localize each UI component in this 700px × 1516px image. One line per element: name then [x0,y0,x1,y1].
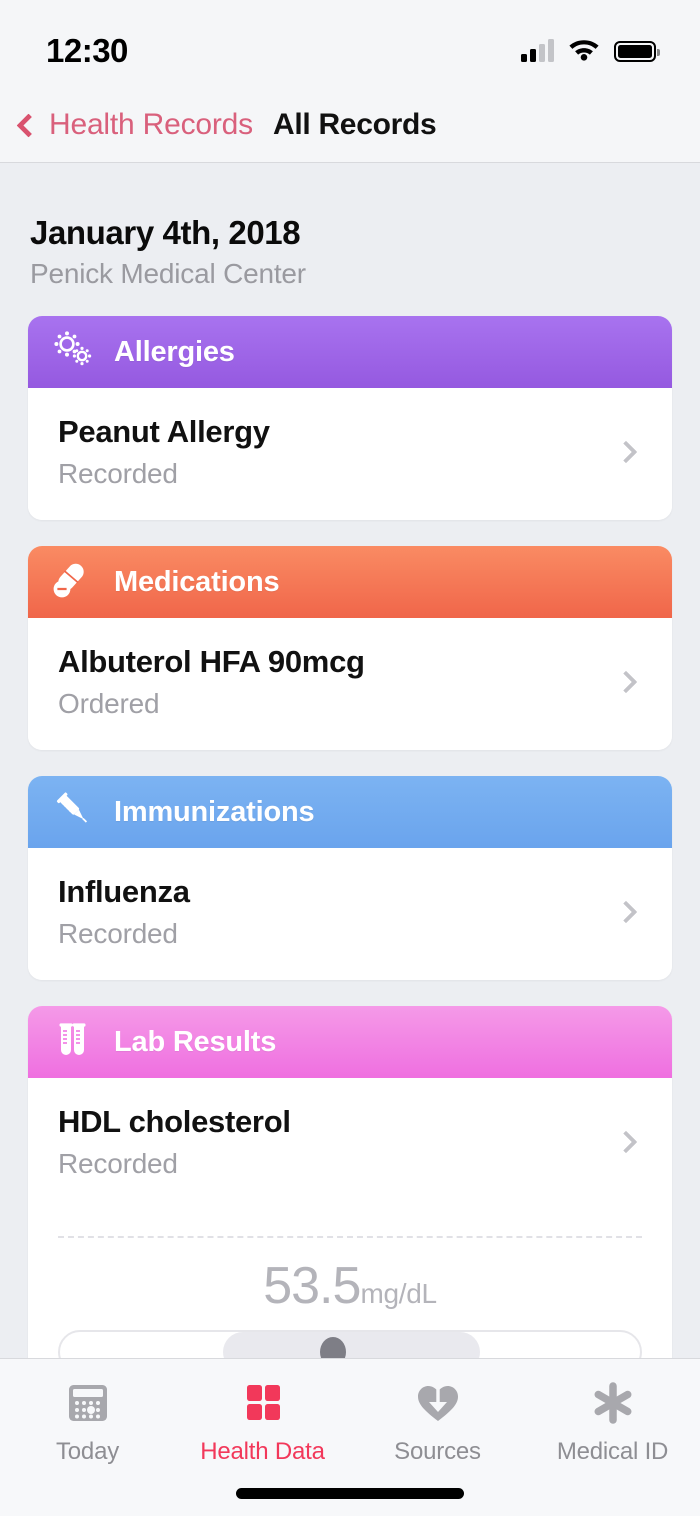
record-card-lab-results[interactable]: Lab Results HDL cholesterol Recorded 53.… [28,1006,672,1358]
tab-label: Health Data [200,1438,325,1465]
card-header: Immunizations [28,776,672,848]
chevron-right-icon [614,900,638,924]
lab-value-unit: mg/dL [360,1278,437,1309]
tab-label: Sources [394,1438,481,1465]
record-group-header: January 4th, 2018 Penick Medical Center [0,164,700,290]
back-button[interactable]: Health Records [12,108,253,142]
record-card-medications[interactable]: Medications Albuterol HFA 90mcg Ordered [28,546,672,750]
record-row[interactable]: Albuterol HFA 90mcg Ordered [28,618,672,750]
lab-measurement-value: 53.5mg/dL [28,1238,672,1316]
syringe-icon [52,790,94,835]
card-category-label: Allergies [114,335,235,368]
record-status: Recorded [58,458,178,489]
phone-screen: 12:30 Health Records All Records January… [0,0,700,1516]
record-status: Recorded [58,1148,178,1179]
page-title: All Records [272,108,437,141]
tab-today[interactable]: Today [0,1359,175,1516]
pills-icon [52,560,94,605]
record-title: Albuterol HFA 90mcg [58,644,365,679]
allergen-pollen-icon [52,330,94,375]
lab-value-number: 53.5 [263,1257,361,1315]
chevron-right-icon [614,1130,638,1154]
record-status: Ordered [58,688,160,719]
status-indicators [521,36,660,66]
tab-bar: Today Health Data Sources Medical ID [0,1358,700,1516]
tab-label: Medical ID [556,1438,669,1465]
calendar-icon [61,1377,115,1429]
record-status: Recorded [58,918,178,949]
status-bar: 12:30 [0,0,700,88]
records-scroll-area[interactable]: January 4th, 2018 Penick Medical Center [0,164,700,1358]
wifi-icon [567,36,601,66]
record-card-allergies[interactable]: Allergies Peanut Allergy Recorded [28,316,672,520]
card-header: Lab Results [28,1006,672,1078]
record-title: HDL cholesterol [58,1104,291,1139]
normal-range-band [223,1332,481,1358]
back-button-label: Health Records [49,108,253,141]
record-group-provider: Penick Medical Center [30,258,306,289]
medical-asterisk-icon [586,1377,640,1429]
card-category-label: Lab Results [114,1025,277,1058]
health-data-squares-icon [236,1377,290,1429]
record-title: Influenza [58,874,190,909]
chevron-left-icon [16,112,41,138]
navigation-bar: Health Records All Records [0,88,700,163]
record-card-immunizations[interactable]: Immunizations Influenza Recorded [28,776,672,980]
battery-full-icon [614,40,660,62]
card-header: Medications [28,546,672,618]
heart-download-icon [411,1377,465,1429]
chevron-right-icon [614,670,638,694]
value-marker-dot [319,1337,346,1358]
record-row[interactable]: HDL cholesterol Recorded [28,1078,672,1210]
cellular-signal-icon [521,39,554,62]
record-title: Peanut Allergy [58,414,270,449]
card-category-label: Immunizations [114,795,315,828]
record-row[interactable]: Influenza Recorded [28,848,672,980]
record-group-date: January 4th, 2018 [30,214,301,251]
status-time: 12:30 [46,32,128,69]
card-header: Allergies [28,316,672,388]
chevron-right-icon [614,440,638,464]
tab-medical-id[interactable]: Medical ID [525,1359,700,1516]
card-category-label: Medications [114,565,280,598]
home-indicator [236,1488,464,1499]
lab-range-indicator [58,1330,642,1358]
tab-label: Today [55,1438,120,1465]
record-row[interactable]: Peanut Allergy Recorded [28,388,672,520]
test-tubes-icon [52,1020,94,1065]
